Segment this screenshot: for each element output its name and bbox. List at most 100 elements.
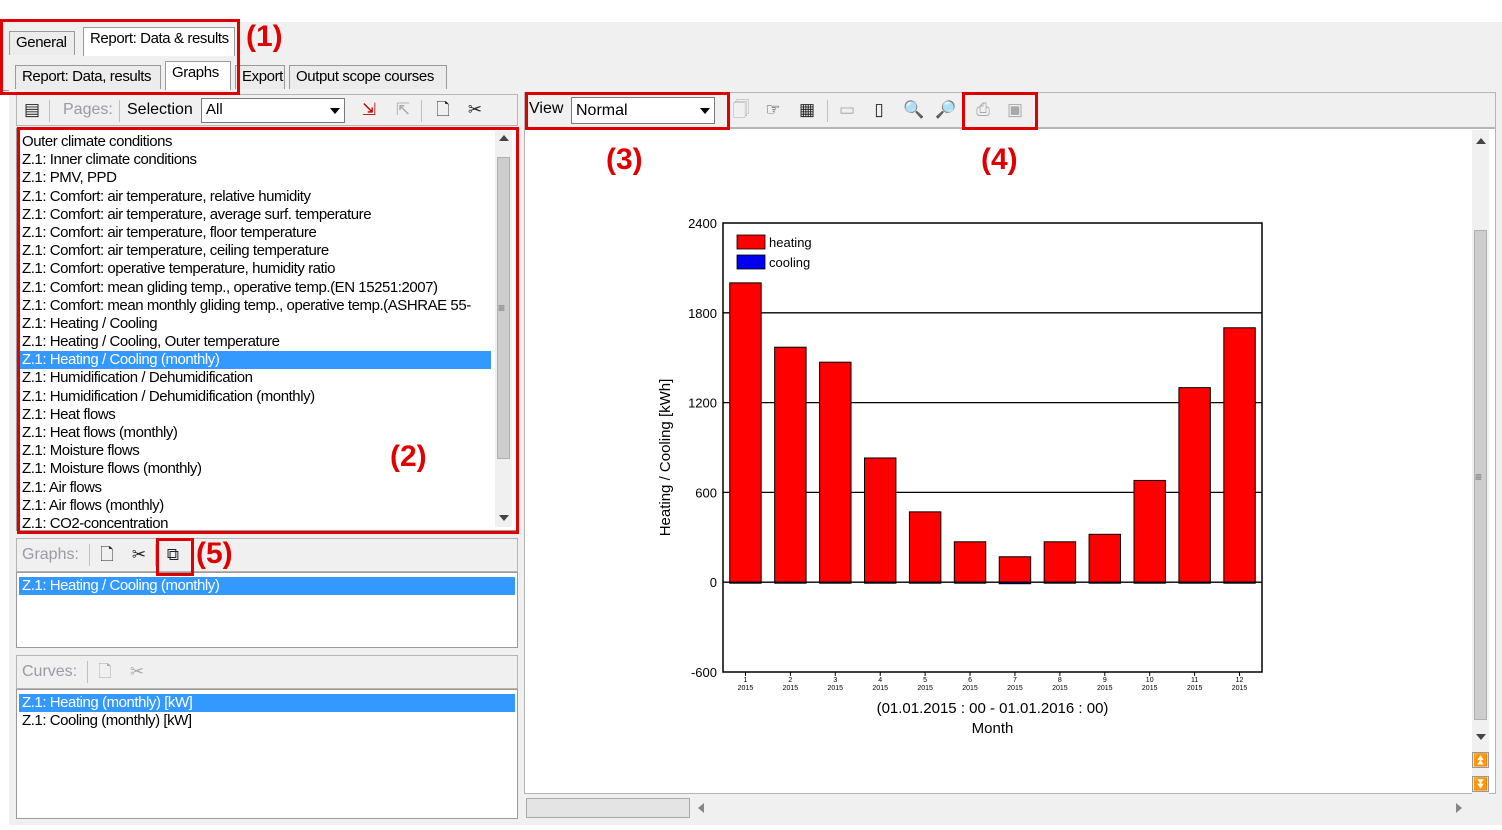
import-icon[interactable]: ⇲ (359, 100, 379, 120)
tab-export[interactable]: Export (235, 65, 285, 89)
graphs-list-panel: Z.1: Heating / Cooling (monthly) (16, 572, 518, 648)
bar-cooling (774, 581, 807, 584)
bar-cooling (953, 581, 987, 584)
x-tick-label: 10 (1146, 677, 1154, 684)
cut-icon[interactable]: ✂ (129, 545, 149, 565)
edit-pointer-icon[interactable]: ☞ (763, 100, 783, 120)
x-tick-sublabel: 2015 (783, 685, 799, 692)
scroll-up-icon[interactable] (1476, 138, 1486, 144)
bar-heating (953, 541, 987, 583)
scroll-down-icon[interactable] (1476, 734, 1486, 740)
bar-heating (819, 361, 852, 583)
x-tick-sublabel: 2015 (1232, 685, 1248, 692)
scroll-right-icon[interactable] (1456, 803, 1462, 813)
y-tick-label: -600 (691, 665, 717, 680)
x-tick-label: 5 (923, 677, 927, 684)
y-axis-label: Heating / Cooling [kWh] (657, 379, 674, 537)
bar-cooling (998, 581, 1032, 585)
x-tick-sublabel: 2015 (1007, 685, 1023, 692)
cut-icon[interactable]: ✂ (127, 662, 147, 682)
graphs-toolbar: Graphs: 🗋 ✂ ⧉ (16, 538, 518, 572)
toolbar-separator (119, 100, 120, 122)
curves-list-item[interactable]: Z.1: Heating (monthly) [kW] (19, 694, 515, 713)
new-curve-icon[interactable]: 🗋 (95, 662, 115, 682)
toolbar-separator (49, 100, 50, 122)
annotation-1: (1) (246, 20, 283, 53)
selection-value: All (206, 101, 223, 118)
bar-heating (1178, 387, 1211, 583)
pages-label: Pages: (63, 101, 113, 118)
x-tick-sublabel: 2015 (1052, 685, 1068, 692)
annotation-box-copy-graph (156, 538, 194, 576)
x-axis-label-month: Month (972, 720, 1014, 737)
x-tick-label: 3 (833, 677, 837, 684)
chart-bars (729, 282, 1256, 585)
x-tick-sublabel: 2015 (1097, 685, 1113, 692)
graphs-list-item[interactable]: Z.1: Heating / Cooling (monthly) (19, 577, 515, 596)
bar-cooling (1043, 581, 1077, 584)
toolbar-separator (827, 100, 828, 122)
annotation-box-tabs (0, 19, 240, 95)
x-tick-sublabel: 2015 (1142, 685, 1158, 692)
chart-horizontal-scrollbar[interactable] (526, 798, 1470, 818)
scroll-left-icon[interactable] (698, 803, 704, 813)
curves-toolbar: Curves: 🗋 ✂ (16, 655, 518, 689)
properties-icon[interactable]: ▦ (797, 100, 817, 120)
chart-x-ticks: 1201522015320154201552015620157201582015… (738, 672, 1248, 692)
bar-heating (1088, 533, 1122, 583)
legend-label-cooling: cooling (769, 255, 810, 270)
toolbar-separator (421, 100, 422, 122)
page-down-icon[interactable]: ⏬ (1472, 776, 1489, 792)
annotation-5: (5) (196, 537, 233, 570)
legend-swatch-cooling (736, 254, 766, 270)
annotation-box-pages (17, 127, 519, 534)
heating-cooling-chart: -6000600120018002400 1201522015320154201… (657, 216, 1263, 737)
x-tick-label: 1 (744, 677, 748, 684)
chart-legend: heating cooling (736, 234, 812, 270)
x-tick-sublabel: 2015 (872, 685, 888, 692)
x-tick-sublabel: 2015 (1187, 685, 1203, 692)
x-tick-label: 2 (788, 677, 792, 684)
frame-icon[interactable]: ▭ (837, 100, 857, 120)
x-tick-sublabel: 2015 (738, 685, 754, 692)
bar-heating (998, 556, 1032, 583)
y-tick-label: 1200 (688, 396, 717, 411)
pages-toolbar: ▤ Pages: Selection All ⇲ ⇱ 🗋 ✂ (16, 94, 518, 126)
x-tick-label: 12 (1236, 677, 1244, 684)
page-icon[interactable]: 🗍 (731, 100, 751, 120)
blank-page-icon[interactable]: ▯ (869, 100, 889, 120)
bar-cooling (1133, 581, 1166, 584)
y-tick-label: 1800 (688, 306, 717, 321)
new-page-icon[interactable]: 🗋 (433, 100, 453, 120)
x-tick-sublabel: 2015 (917, 685, 933, 692)
bar-cooling (729, 581, 762, 584)
cut-icon[interactable]: ✂ (465, 100, 485, 120)
bar-cooling (819, 581, 852, 584)
layout-icon[interactable]: ▤ (22, 100, 42, 120)
toolbar-separator (87, 661, 88, 683)
bar-cooling (908, 581, 942, 584)
graphs-label: Graphs: (22, 546, 79, 563)
legend-swatch-heating (736, 234, 766, 250)
x-tick-label: 8 (1058, 677, 1062, 684)
selection-dropdown[interactable]: All (201, 98, 345, 123)
bar-heating (1043, 541, 1077, 583)
legend-label-heating: heating (769, 235, 812, 250)
annotation-box-export-icons (962, 92, 1038, 130)
curves-list-item[interactable]: Z.1: Cooling (monthly) [kW] (19, 712, 515, 730)
chart-vertical-scrollbar[interactable]: ≡ ⏫ ⏬ (1472, 130, 1489, 818)
bar-heating (908, 511, 942, 583)
page-up-icon[interactable]: ⏫ (1472, 752, 1489, 768)
export-icon[interactable]: ⇱ (393, 100, 413, 120)
bar-cooling (1223, 581, 1256, 584)
y-tick-label: 2400 (688, 216, 717, 231)
tab-output-scope-courses[interactable]: Output scope courses (289, 65, 447, 89)
bar-heating (729, 282, 762, 583)
zoom-out-icon[interactable]: 🔎 (935, 100, 956, 120)
new-graph-icon[interactable]: 🗋 (97, 545, 117, 565)
zoom-in-icon[interactable]: 🔍 (903, 100, 924, 120)
bar-cooling (1088, 581, 1122, 584)
annotation-2: (2) (390, 440, 427, 473)
bar-heating (863, 457, 897, 583)
curves-label: Curves: (22, 663, 78, 680)
